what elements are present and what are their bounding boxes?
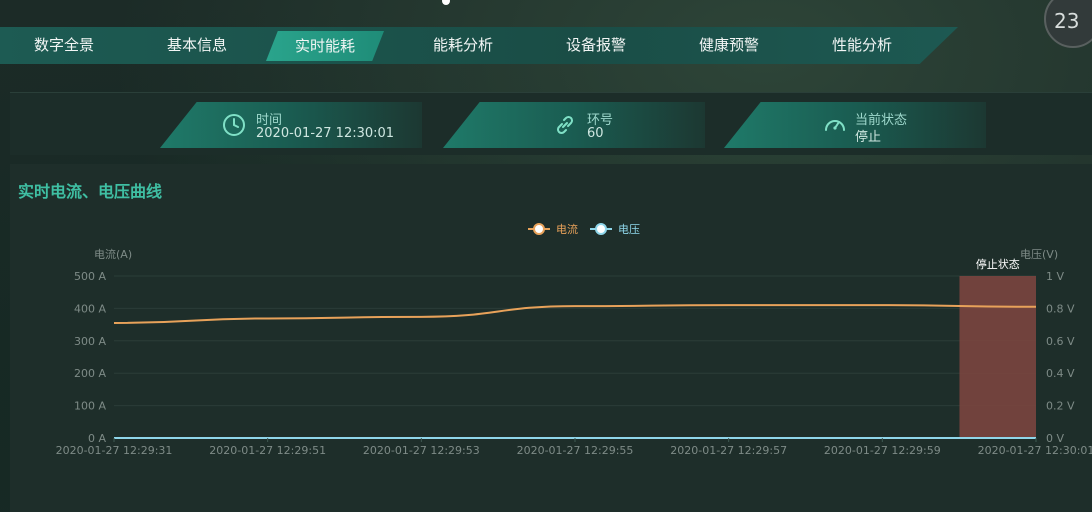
legend-item-current[interactable]: 电流 (528, 222, 578, 236)
stop-state-label: 停止状态 (976, 257, 1020, 271)
left-tick-label: 300 A (74, 335, 106, 348)
right-tick-label: 0.6 V (1046, 335, 1075, 348)
right-axis-label: 电压(V) (1020, 248, 1058, 261)
chart-legend: 电流 电压 (528, 222, 640, 236)
x-tick-label: 2020-01-27 12:29:31 (56, 444, 173, 457)
x-tick-label: 2020-01-27 12:29:51 (209, 444, 326, 457)
left-axis-label: 电流(A) (94, 247, 132, 261)
right-tick-label: 0.4 V (1046, 367, 1075, 380)
series-line-current (113, 304, 1037, 324)
x-tick-label: 2020-01-27 12:29:59 (824, 444, 941, 457)
x-tick-label: 2020-01-27 12:30:01 (978, 444, 1092, 457)
x-tick-label: 2020-01-27 12:29:55 (517, 444, 634, 457)
chart-grid (114, 275, 1036, 439)
legend-label-current: 电流 (556, 222, 578, 236)
legend-label-voltage: 电压 (618, 223, 640, 236)
legend-item-voltage[interactable]: 电压 (590, 223, 640, 236)
stop-state-highlight (959, 276, 1036, 438)
right-tick-label: 0.2 V (1046, 400, 1075, 413)
x-tick-label: 2020-01-27 12:29:53 (363, 444, 480, 457)
left-tick-label: 200 A (74, 367, 106, 380)
current-voltage-chart: 停止状态 0 A0 V100 A 0.2 V200 A 0.4 V300 A 0.6 … (56, 222, 1092, 457)
left-tick-label: 400 A (74, 302, 106, 315)
right-tick-label: 0.8 V (1046, 302, 1075, 315)
x-tick-label: 2020-01-27 12:29:57 (670, 444, 787, 457)
left-tick-label: 100 A (74, 400, 106, 413)
left-tick-label: 500 A (74, 270, 106, 283)
right-tick-label: 1 V (1046, 270, 1064, 283)
